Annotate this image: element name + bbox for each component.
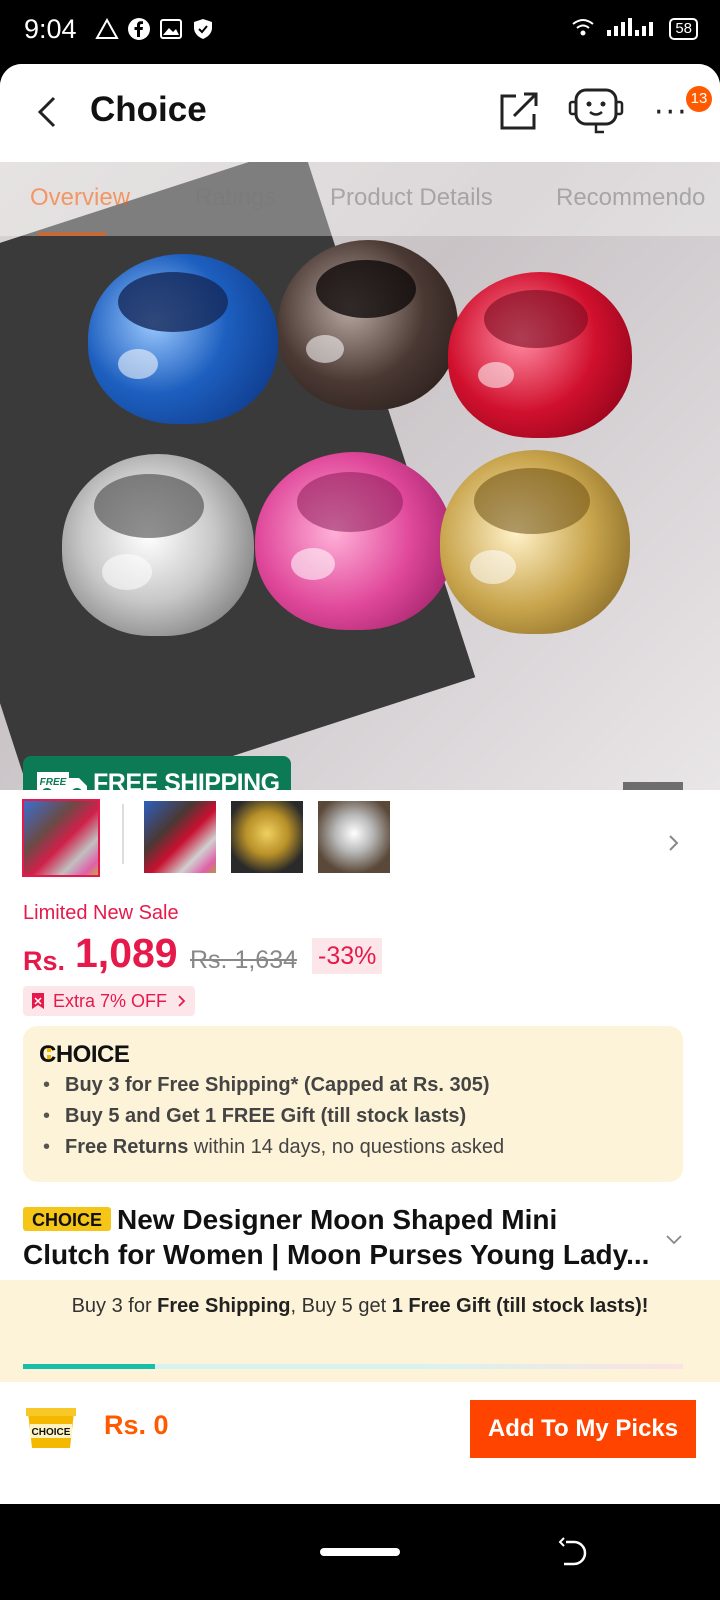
expand-title-button[interactable]	[664, 1232, 684, 1246]
promo-banner: Buy 3 for Free Shipping, Buy 5 get 1 Fre…	[0, 1280, 720, 1382]
tab-product-details[interactable]: Product Details	[330, 184, 493, 212]
thumbnail-4[interactable]	[318, 801, 390, 873]
pink-bag-image	[255, 452, 453, 630]
customer-support-button[interactable]	[568, 84, 624, 138]
product-title[interactable]: CHOICE New Designer Moon Shaped Mini Clu…	[23, 1202, 663, 1272]
back-gesture-icon	[558, 1537, 587, 1566]
coupon-icon	[32, 993, 44, 1009]
thumbnail-1[interactable]	[22, 799, 100, 877]
extra-off-label: Extra 7% OFF	[53, 991, 168, 1011]
free-shipping-badge: FREE FREE SHIPPING	[23, 756, 291, 790]
thumbnail-3[interactable]	[231, 801, 303, 873]
cart-box-icon: CHOICE	[26, 1408, 76, 1448]
back-button[interactable]	[30, 90, 66, 134]
add-to-picks-button[interactable]: Add To My Picks	[470, 1400, 696, 1458]
current-price: 1,089	[75, 930, 178, 976]
warning-icon	[94, 16, 120, 42]
choice-logo: CHOICE	[39, 1041, 130, 1066]
thumbnails-next-button[interactable]	[664, 828, 684, 858]
original-price: Rs. 1,634	[190, 946, 298, 974]
choice-tag: CHOICE	[23, 1207, 111, 1231]
svg-text:CHOICE: CHOICE	[39, 1041, 130, 1066]
wifi-icon	[571, 16, 595, 42]
share-icon	[500, 92, 538, 130]
promo-progress-fill	[23, 1364, 155, 1369]
nav-back-button[interactable]	[556, 1536, 590, 1570]
gold-bag-image	[440, 450, 630, 634]
discount-badge: -33%	[312, 938, 383, 974]
truck-label: FREE	[40, 777, 67, 788]
image-counter: 1/8	[623, 782, 683, 790]
notification-icons	[94, 16, 216, 42]
promo-progress-bar	[23, 1364, 683, 1369]
tab-overview[interactable]: Overview	[30, 184, 130, 212]
battery-icon: 58	[669, 18, 698, 40]
red-bag-image	[448, 272, 632, 438]
chevron-left-icon	[37, 96, 56, 128]
chevron-down-icon	[666, 1235, 682, 1245]
section-tabs: Overview Ratings Product Details Recomme…	[0, 162, 720, 236]
picks-total: Rs. 0	[104, 1410, 169, 1440]
price-row: Rs. 1,089 Rs. 1,634 -33%	[23, 930, 703, 986]
price-currency: Rs.	[23, 946, 66, 976]
share-button[interactable]	[494, 86, 544, 136]
status-bar: 9:04 58	[0, 0, 720, 64]
thumbnail-divider	[122, 804, 124, 864]
svg-text:CHOICE: CHOICE	[32, 1210, 102, 1230]
gallery-icon	[158, 16, 184, 42]
benefit-item: Buy 3 for Free Shipping* (Capped at Rs. …	[43, 1070, 504, 1101]
home-gesture-bar[interactable]	[320, 1548, 400, 1556]
benefit-item: Buy 5 and Get 1 FREE Gift (till stock la…	[43, 1101, 504, 1132]
app-header: Choice ··· 13	[0, 64, 720, 162]
free-shipping-label: FREE SHIPPING	[93, 769, 280, 790]
sale-label: Limited New Sale	[23, 902, 179, 924]
choice-cart-button[interactable]: CHOICE	[22, 1398, 80, 1456]
truck-icon: FREE	[35, 768, 89, 790]
promo-text: Buy 3 for Free Shipping, Buy 5 get 1 Fre…	[71, 1295, 649, 1317]
chevron-right-icon	[178, 995, 186, 1007]
notification-badge: 13	[686, 86, 712, 112]
benefits-list: Buy 3 for Free Shipping* (Capped at Rs. …	[43, 1070, 504, 1163]
page-title: Choice	[90, 90, 207, 129]
svg-text:CHOICE: CHOICE	[32, 1427, 71, 1438]
product-image-carousel[interactable]: Overview Ratings Product Details Recomme…	[0, 162, 720, 790]
silver-bag-image	[62, 454, 254, 636]
more-icon: ···	[654, 95, 689, 130]
thumbnail-2[interactable]	[144, 801, 216, 873]
extra-off-coupon[interactable]: Extra 7% OFF	[23, 986, 196, 1016]
tab-ratings[interactable]: Ratings	[195, 184, 276, 212]
shield-icon	[190, 16, 216, 42]
system-nav-bar	[0, 1504, 720, 1600]
benefit-item: Free Returns within 14 days, no question…	[43, 1132, 504, 1163]
product-title-line2: Clutch for Women | Moon Purses Young Lad…	[23, 1239, 650, 1270]
chevron-right-icon	[669, 835, 679, 851]
tab-active-indicator	[38, 232, 106, 236]
blue-bag-image	[88, 254, 278, 424]
system-status: 58	[571, 16, 698, 42]
product-title-line1: New Designer Moon Shaped Mini	[117, 1204, 558, 1235]
bottom-action-bar: CHOICE Rs. 0 Add To My Picks	[0, 1382, 720, 1474]
choice-benefits[interactable]: CHOICE Buy 3 for Free Shipping* (Capped …	[23, 1026, 683, 1182]
tab-recommended[interactable]: Recommendo	[556, 184, 705, 212]
brown-bag-image	[278, 240, 458, 410]
facebook-icon	[126, 16, 152, 42]
status-time: 9:04	[24, 14, 77, 44]
chatbot-icon	[568, 88, 624, 134]
app-sheet: Choice ··· 13 Overview Ratings Product D…	[0, 64, 720, 1504]
signal-icon	[605, 16, 659, 42]
